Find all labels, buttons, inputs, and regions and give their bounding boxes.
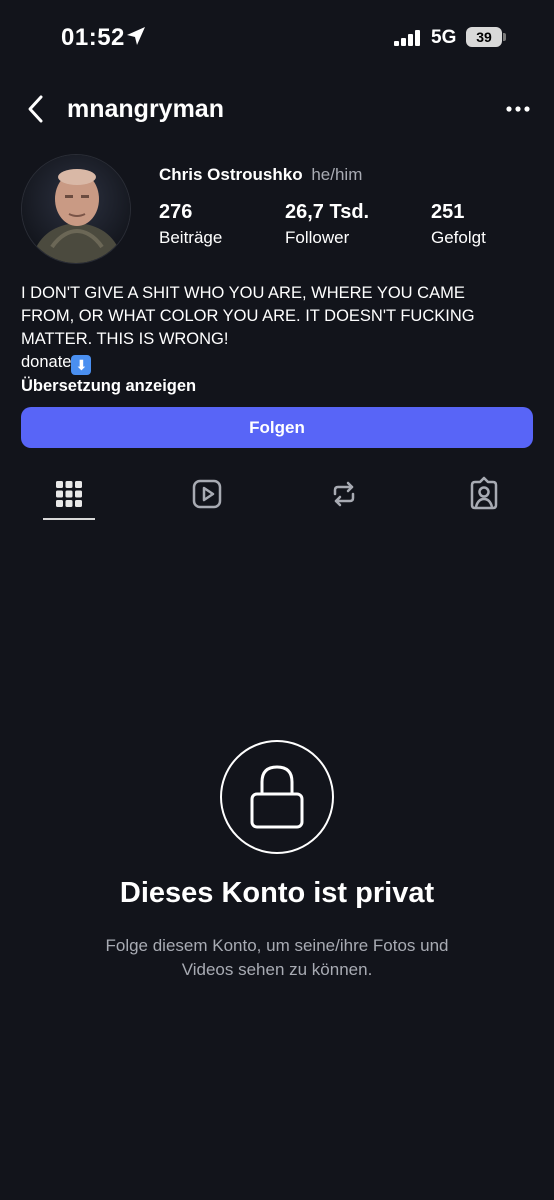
cellular-signal-icon xyxy=(394,30,420,46)
stat-following[interactable]: 251 Gefolgt xyxy=(431,201,486,248)
profile-header: mnangryman xyxy=(0,86,554,132)
battery-level: 39 xyxy=(476,29,492,45)
tagged-icon[interactable] xyxy=(466,476,502,512)
follow-button[interactable]: Folgen xyxy=(21,407,533,448)
private-account-subtitle: Folge diesem Konto, um seine/ihre Fotos … xyxy=(60,934,494,982)
name-row: Chris Ostroushko he/him xyxy=(159,165,362,185)
down-arrow-emoji-icon: ⬇ xyxy=(71,355,92,375)
username: mnangryman xyxy=(67,95,224,123)
avatar[interactable] xyxy=(21,154,131,264)
stat-posts[interactable]: 276 Beiträge xyxy=(159,201,222,248)
see-translation-link[interactable]: Übersetzung anzeigen xyxy=(21,375,536,398)
subtitle-line: Videos sehen zu können. xyxy=(181,960,373,979)
battery-icon: 39 xyxy=(466,27,502,47)
private-account-title: Dieses Konto ist privat xyxy=(119,877,435,909)
reels-icon[interactable] xyxy=(189,476,225,512)
status-time: 01:52 xyxy=(61,24,125,51)
bio: I DON'T GIVE A SHIT WHO YOU ARE, WHERE Y… xyxy=(21,282,536,398)
grid-icon[interactable] xyxy=(51,476,87,512)
bio-line: MATTER. THIS IS WRONG! xyxy=(21,330,229,348)
stat-label: Beiträge xyxy=(159,228,223,247)
location-arrow-icon xyxy=(127,27,145,45)
battery-tip xyxy=(503,33,506,41)
bio-line: FROM, OR WHAT COLOR YOU ARE. IT DOESN'T … xyxy=(21,307,475,325)
stat-value: 276 xyxy=(159,201,193,223)
subtitle-line: Folge diesem Konto, um seine/ihre Fotos … xyxy=(105,936,449,955)
lock-circle xyxy=(220,740,334,854)
donate-line: donate ⬇ xyxy=(21,351,536,375)
status-bar: 01:52 5G 39 xyxy=(0,0,554,76)
stat-followers[interactable]: 26,7 Tsd. Follower xyxy=(285,201,369,248)
bio-line: I DON'T GIVE A SHIT WHO YOU ARE, WHERE Y… xyxy=(21,284,465,302)
lock-icon xyxy=(250,765,304,829)
more-horizontal-icon[interactable] xyxy=(500,94,536,124)
donate-text: donate xyxy=(21,353,72,371)
avatar-photo xyxy=(22,155,130,263)
pronouns: he/him xyxy=(311,165,363,184)
profile-tabs xyxy=(0,468,554,524)
stat-label: Gefolgt xyxy=(431,228,486,247)
stat-value: 26,7 Tsd. xyxy=(285,201,370,223)
stat-label: Follower xyxy=(285,228,350,247)
network-type: 5G xyxy=(431,27,457,48)
active-tab-indicator xyxy=(43,518,95,520)
chevron-left-icon[interactable] xyxy=(24,94,50,124)
repost-icon[interactable] xyxy=(326,476,362,512)
stat-value: 251 xyxy=(431,201,465,223)
full-name: Chris Ostroushko xyxy=(159,165,303,184)
